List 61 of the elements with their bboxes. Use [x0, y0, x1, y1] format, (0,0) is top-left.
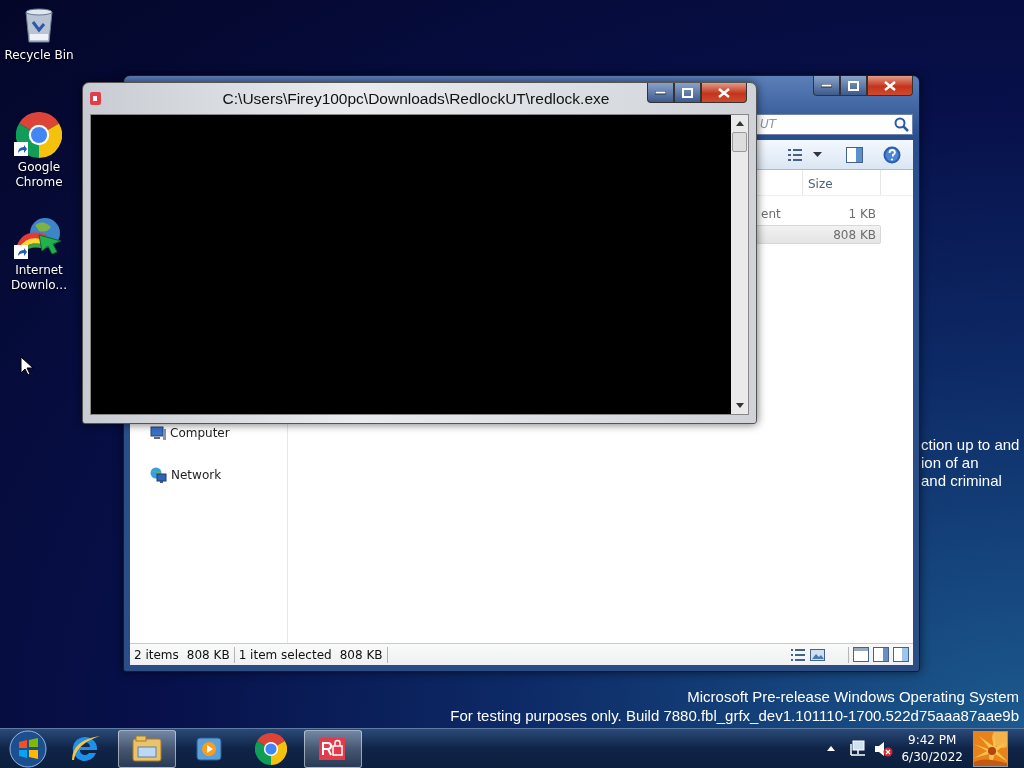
nav-item[interactable]: Network — [171, 466, 222, 484]
file-row[interactable]: 808 KB — [756, 225, 881, 244]
maximize-icon[interactable] — [682, 87, 693, 98]
column-header[interactable]: Size — [802, 170, 881, 195]
search-field[interactable]: UT — [755, 113, 913, 135]
build-text: For testing purposes only. Build 7880.fbl_grfx_dev1.101110-1700.522d75aaa87aae9b — [450, 706, 1019, 725]
build-text: Microsoft Pre-release Windows Operating System — [686, 687, 1019, 706]
network-icon[interactable] — [150, 466, 167, 484]
window-title: C:\Users\Firey100pc\Downloads\RedlockUT\redlock.exe — [221, 88, 611, 109]
maximize-icon[interactable] — [848, 80, 859, 91]
minimize-icon[interactable] — [655, 90, 666, 95]
close-button[interactable] — [867, 76, 913, 96]
status-text: 808 KB — [339, 646, 383, 664]
scroll-down-icon[interactable] — [735, 403, 744, 408]
status-text: 1 item selected — [238, 646, 332, 664]
search-icon[interactable] — [894, 116, 909, 132]
scroll-up-icon[interactable] — [735, 121, 744, 126]
minimize-button[interactable] — [813, 76, 840, 96]
close-icon[interactable] — [884, 80, 896, 91]
thumbnail-view-icon[interactable] — [810, 646, 825, 663]
nav-item[interactable]: Computer — [170, 424, 230, 442]
icon-label: Google Chrome — [14, 160, 64, 190]
preview-pane-icon[interactable] — [893, 647, 909, 662]
note-text: and criminal — [921, 472, 1003, 490]
status-text: 808 KB — [186, 646, 230, 664]
show-hidden-icon[interactable] — [827, 746, 836, 751]
minimize-icon[interactable] — [821, 83, 832, 88]
chrome-icon[interactable] — [16, 112, 62, 158]
status-text: 2 items — [134, 646, 179, 664]
maximize-button[interactable] — [840, 76, 867, 96]
preview-pane-icon[interactable] — [846, 146, 863, 163]
type-cell-text: ent — [760, 206, 782, 223]
taskbar-button[interactable] — [118, 729, 176, 768]
icon-label: Internet Downlo... — [10, 263, 68, 293]
layout-icon[interactable] — [853, 647, 869, 662]
scrollbar-thumb[interactable] — [732, 132, 747, 152]
start-button[interactable] — [9, 729, 47, 768]
minimize-button[interactable] — [647, 83, 674, 103]
view-list-icon[interactable] — [787, 146, 803, 163]
size-cell-text: 1 KB — [847, 206, 877, 223]
taskbar-button[interactable] — [304, 729, 362, 768]
computer-icon[interactable] — [150, 425, 166, 441]
note-text: ion of an — [921, 454, 980, 472]
volume-muted-icon[interactable] — [874, 740, 894, 757]
clock[interactable]: 9:42 PM 6/30/2022 — [901, 731, 963, 766]
scrollbar[interactable] — [731, 115, 748, 414]
caret-icon[interactable] — [813, 151, 822, 158]
mouse-pointer-icon — [20, 356, 33, 376]
close-icon[interactable] — [718, 87, 730, 98]
help-icon[interactable] — [883, 145, 901, 164]
details-view-icon[interactable] — [790, 646, 806, 663]
icon-label: Recycle Bin — [3, 48, 75, 63]
app-icon — [90, 92, 101, 105]
close-button[interactable] — [701, 83, 747, 103]
network-icon[interactable] — [849, 740, 867, 757]
size-cell-text: 808 KB — [832, 227, 877, 244]
details-pane-icon[interactable] — [873, 647, 889, 662]
file-row[interactable]: ent 1 KB — [756, 204, 881, 223]
maximize-button[interactable] — [674, 83, 701, 103]
note-text: ction up to and — [921, 436, 1020, 454]
chrome-icon[interactable] — [255, 732, 287, 765]
